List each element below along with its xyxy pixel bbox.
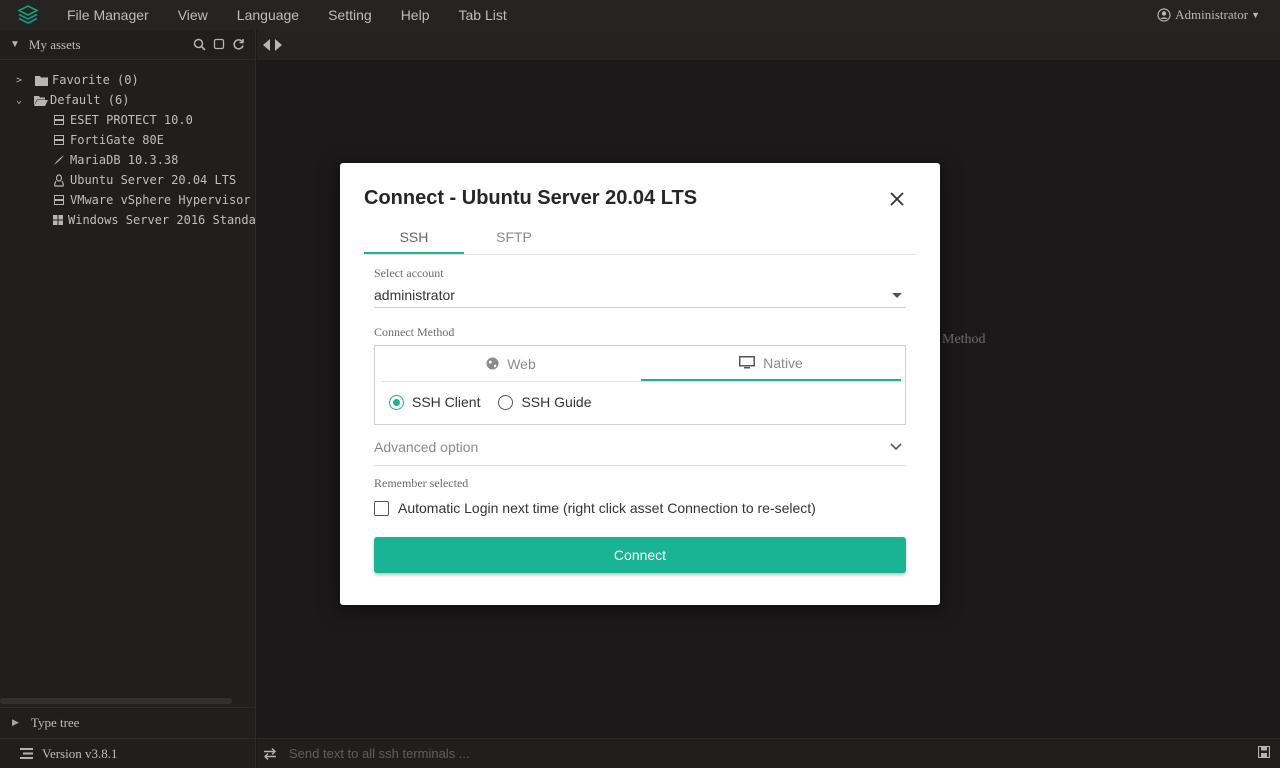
remember-selected-label: Remember selected [374, 476, 469, 490]
dialog-title: Connect - Ubuntu Server 20.04 LTS [364, 187, 698, 209]
chevron-down-icon [890, 443, 902, 451]
connect-method-label: Connect Method [374, 325, 455, 339]
protocol-tabs: SSH SFTP [364, 225, 916, 255]
select-account-label: Select account [374, 266, 444, 280]
dropdown-caret-icon [892, 292, 902, 298]
tab-ssh[interactable]: SSH [364, 225, 464, 254]
radio-ssh-guide[interactable] [498, 394, 514, 410]
ssh-client-label: SSH Client [412, 394, 481, 410]
tab-native[interactable]: Native [641, 346, 901, 381]
web-label: Web [507, 355, 536, 372]
tab-sftp[interactable]: SFTP [464, 225, 564, 254]
auto-login-row: Automatic Login next time (right click a… [374, 500, 816, 516]
advanced-option-toggle[interactable]: Advanced option [374, 439, 906, 466]
advanced-option-label: Advanced option [374, 439, 479, 455]
account-select[interactable]: administrator [374, 283, 906, 308]
tab-web[interactable]: Web [381, 346, 641, 381]
connect-method-box: Web Native SSH Client SSH Guide [374, 345, 906, 425]
connect-dialog: Connect - Ubuntu Server 20.04 LTS SSH SF… [340, 163, 940, 605]
client-radio-group: SSH Client SSH Guide [389, 394, 610, 410]
close-icon[interactable] [888, 190, 906, 208]
native-label: Native [763, 354, 803, 371]
connect-button[interactable]: Connect [374, 537, 906, 573]
ssh-guide-label: SSH Guide [521, 394, 592, 410]
radio-ssh-client[interactable] [389, 394, 404, 410]
globe-icon [486, 357, 499, 370]
account-value: administrator [374, 287, 455, 303]
auto-login-checkbox[interactable] [374, 500, 389, 516]
auto-login-label: Automatic Login next time (right click a… [398, 500, 816, 516]
method-tabs: Web Native [381, 346, 901, 382]
monitor-icon [739, 356, 756, 369]
